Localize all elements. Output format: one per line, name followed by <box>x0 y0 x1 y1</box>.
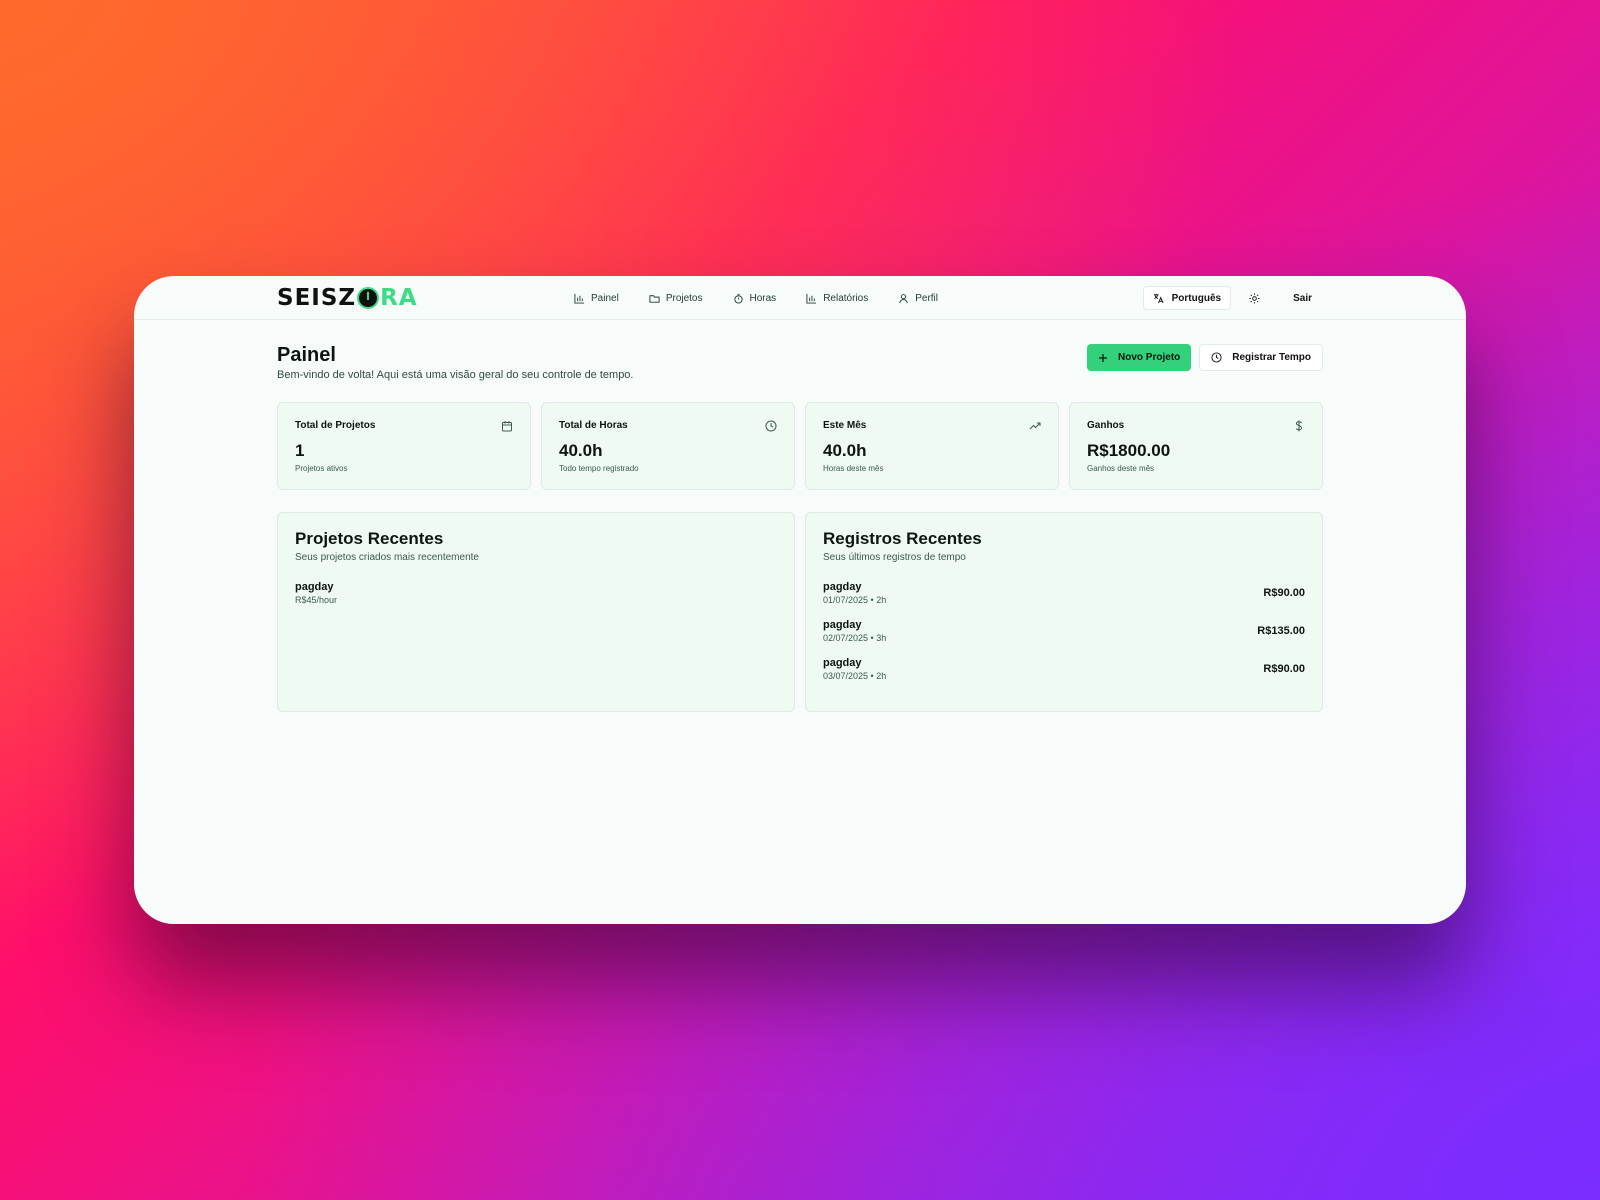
panel-subtitle: Seus projetos criados mais recentemente <box>295 552 479 563</box>
stat-label: Total de Horas <box>559 420 628 431</box>
recent-entries-panel: Registros Recentes Seus últimos registro… <box>805 512 1323 712</box>
list-item[interactable]: pagday 02/07/2025 • 3h R$135.00 <box>823 619 1305 643</box>
stopwatch-icon <box>733 293 743 304</box>
list-item[interactable]: pagday R$45/hour <box>295 581 777 605</box>
stat-caption: Projetos ativos <box>295 464 348 473</box>
new-project-button[interactable]: Novo Projeto <box>1087 344 1192 371</box>
recent-projects-panel: Projetos Recentes Seus projetos criados … <box>277 512 795 712</box>
entry-amount: R$90.00 <box>1263 663 1305 675</box>
calendar-icon <box>502 421 512 432</box>
language-label: Português <box>1171 292 1222 304</box>
stat-value: 40.0h <box>823 441 867 460</box>
dollar-icon <box>1295 420 1303 432</box>
stat-value: 40.0h <box>559 441 603 460</box>
plus-icon <box>1099 353 1108 362</box>
clock-logo-icon <box>357 287 380 309</box>
translate-icon <box>1153 293 1164 303</box>
entry-list: pagday 01/07/2025 • 2h R$90.00 pagday 02… <box>823 581 1305 681</box>
bar-chart-icon <box>574 293 585 304</box>
panel-title: Projetos Recentes <box>295 529 444 548</box>
nav-item-relatorios[interactable]: Relatórios <box>806 293 868 304</box>
log-time-button[interactable]: Registrar Tempo <box>1199 344 1323 371</box>
theme-toggle[interactable] <box>1241 286 1267 310</box>
stat-label: Este Mês <box>823 420 867 431</box>
brand-logo-text-accent: RA <box>380 285 418 311</box>
entry-amount: R$90.00 <box>1263 587 1305 599</box>
stat-value: 1 <box>295 441 305 460</box>
header-actions: Novo Projeto Registrar Tempo <box>1087 344 1323 371</box>
language-selector[interactable]: Português <box>1142 286 1232 310</box>
stat-value: R$1800.00 <box>1087 441 1171 460</box>
brand-logo-text: SEISZ <box>277 285 357 311</box>
sun-icon <box>1249 292 1260 304</box>
clock-icon <box>1211 352 1222 363</box>
project-name: pagday <box>295 581 334 593</box>
brand-logo[interactable]: SEISZ RA <box>277 285 418 311</box>
folder-icon <box>649 294 660 303</box>
stat-caption: Todo tempo registrado <box>559 464 639 473</box>
stat-card-projects: Total de Projetos 1 Projetos ativos <box>277 402 531 490</box>
dashboard-content: Painel Bem-vindo de volta! Aqui está uma… <box>277 344 1323 712</box>
entry-meta: 02/07/2025 • 3h <box>823 633 887 643</box>
nav-item-label: Horas <box>749 292 777 304</box>
entry-name: pagday <box>823 619 862 631</box>
log-time-label: Registrar Tempo <box>1232 352 1311 363</box>
list-item[interactable]: pagday 01/07/2025 • 2h R$90.00 <box>823 581 1305 605</box>
nav-item-horas[interactable]: Horas <box>733 292 777 304</box>
entry-name: pagday <box>823 581 862 593</box>
stat-caption: Ganhos deste mês <box>1087 464 1155 473</box>
nav-item-label: Projetos <box>665 292 703 304</box>
entry-meta: 01/07/2025 • 2h <box>823 595 887 605</box>
nav-item-label: Perfil <box>915 292 939 304</box>
project-list: pagday R$45/hour <box>295 581 777 605</box>
top-navbar: SEISZ RA Painel Projetos Horas Relatórios <box>134 276 1466 320</box>
list-item[interactable]: pagday 03/07/2025 • 2h R$90.00 <box>823 657 1305 681</box>
trending-up-icon <box>1029 422 1041 430</box>
nav-item-label: Relatórios <box>823 292 869 304</box>
clock-icon <box>765 420 777 432</box>
nav-item-projetos[interactable]: Projetos <box>649 293 703 304</box>
entry-name: pagday <box>823 657 862 669</box>
panel-subtitle: Seus últimos registros de tempo <box>823 552 966 563</box>
entry-meta: 03/07/2025 • 2h <box>823 671 887 681</box>
nav-item-perfil[interactable]: Perfil <box>898 293 938 304</box>
user-icon <box>899 293 908 303</box>
stat-caption: Horas deste mês <box>823 464 884 473</box>
entry-amount: R$135.00 <box>1257 625 1305 637</box>
header-tools: Português Sair <box>1142 276 1316 320</box>
stat-card-hours: Total de Horas 40.0h Todo tempo registra… <box>541 402 795 490</box>
project-rate: R$45/hour <box>295 595 338 605</box>
main-nav: Painel Projetos Horas Relatórios Perfil <box>574 276 938 320</box>
stats-row: Total de Projetos 1 Projetos ativos Tota… <box>277 402 1323 490</box>
panel-title: Registros Recentes <box>823 529 982 548</box>
panels-row: Projetos Recentes Seus projetos criados … <box>277 512 1323 712</box>
stat-label: Total de Projetos <box>295 420 376 431</box>
bar-chart-icon <box>806 293 817 304</box>
nav-item-painel[interactable]: Painel <box>574 293 619 304</box>
new-project-label: Novo Projeto <box>1118 352 1181 363</box>
logout-button[interactable]: Sair <box>1277 293 1316 304</box>
nav-item-label: Painel <box>591 292 619 304</box>
app-window: SEISZ RA Painel Projetos Horas Relatórios <box>134 276 1466 924</box>
stat-label: Ganhos <box>1087 420 1125 431</box>
stat-card-month: Este Mês 40.0h Horas deste mês <box>805 402 1059 490</box>
stat-card-earnings: Ganhos R$1800.00 Ganhos deste mês <box>1069 402 1323 490</box>
